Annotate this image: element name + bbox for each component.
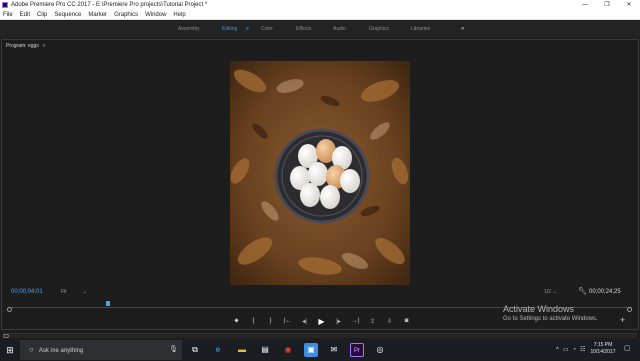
clock-date: 10/14/2017 [590,349,616,355]
cortana-circle-icon: ○ [29,345,34,354]
mark-in-button[interactable]: { [245,318,262,324]
step-forward-button[interactable]: |▸ [330,318,347,325]
task-view-icon[interactable]: ⧉ [188,343,202,357]
current-timecode[interactable]: 00;00;04;01 [11,289,43,295]
workspace-bar: Assembly Editing ≡ Color Effects Audio G… [0,20,640,38]
activate-windows-subtitle: Go to Settings to activate Windows. [503,316,598,322]
wrench-icon[interactable]: 🔧︎ [578,287,587,295]
workspace-tab-color[interactable]: Color [261,20,273,38]
workspace-tab-assembly[interactable]: Assembly [178,20,200,38]
menu-window[interactable]: Window [145,10,166,19]
play-button[interactable]: ▶ [313,317,330,326]
eggs-in-basket-image [230,61,410,285]
maximize-button[interactable]: ❐ [596,0,618,10]
activate-windows-title: Activate Windows [503,304,575,314]
program-monitor-tab[interactable]: Program: eggs ≡ [6,43,46,49]
transport-controls: ⬥ { } |← ◂| ▶ |▸ →| ⇪ ⇩ ◙ [228,315,415,327]
video-frame [230,61,410,285]
minimize-button[interactable]: — [574,0,596,10]
windows-start-icon[interactable]: ⊞ [0,340,20,360]
premiere-icon[interactable]: Pr [350,343,364,357]
store-icon[interactable]: ▤ [258,343,272,357]
menu-file[interactable]: File [3,10,13,19]
volume-icon[interactable]: ◔ [573,340,577,360]
title-bar: Adobe Premiere Pro CC 2017 - E:\Premiere… [0,0,640,10]
window-title: Adobe Premiere Pro CC 2017 - E:\Premiere… [11,2,208,8]
button-editor-add-button[interactable]: + [620,315,625,325]
search-placeholder: Ask me anything [38,348,84,354]
clock-time: 7:15 PM [593,342,613,348]
microphone-icon[interactable]: 🎙︎ [169,340,178,360]
menu-sequence[interactable]: Sequence [54,10,81,19]
panel-menu-icon[interactable]: ≡ [43,43,46,49]
step-back-button[interactable]: ◂| [296,318,313,325]
extract-button[interactable]: ⇩ [381,318,398,325]
more-workspaces-icon[interactable]: » [461,20,464,38]
file-explorer-icon[interactable]: ▬ [235,343,249,357]
premiere-app-icon [2,2,8,8]
menu-graphics[interactable]: Graphics [114,10,138,19]
edge-icon[interactable]: e [211,343,225,357]
zoom-start-handle[interactable] [7,307,12,312]
activate-windows-watermark: Activate Windows Go to Settings to activ… [503,304,598,322]
go-to-out-button[interactable]: →| [347,318,364,324]
photos-icon[interactable]: ▣ [304,343,318,357]
playhead-handle[interactable] [105,301,110,306]
go-to-in-button[interactable]: |← [279,318,296,324]
zoom-value: Fit [61,289,67,295]
zoom-end-handle[interactable] [627,307,632,312]
program-monitor-tab-label: Program: eggs [6,43,39,49]
menu-clip[interactable]: Clip [37,10,47,19]
workspace-tab-graphics[interactable]: Graphics [369,20,389,38]
network-icon[interactable]: ☷ [580,340,585,360]
chevron-down-icon: ⌄ [82,289,87,295]
system-tray: ^ ▭ ◔ ☷ [556,340,590,360]
taskbar-clock[interactable]: 7:15 PM 10/14/2017 [588,342,618,356]
workspace-tab-audio[interactable]: Audio [333,20,346,38]
close-button[interactable]: ✕ [618,0,640,10]
workspace-tab-libraries[interactable]: Libraries [411,20,430,38]
mail-icon[interactable]: ✉ [327,343,341,357]
resolution-value: 1/2 [544,289,551,295]
chevron-down-icon: ⌄ [552,289,557,295]
menu-edit[interactable]: Edit [20,10,30,19]
chrome-icon[interactable]: ◉ [281,343,295,357]
workspace-menu-icon[interactable]: ≡ [246,20,249,38]
media-icon[interactable]: ◎ [373,343,387,357]
cortana-search-box[interactable]: ○ Ask me anything 🎙︎ [20,340,182,360]
menu-help[interactable]: Help [173,10,185,19]
resolution-select[interactable]: 1/2 ⌄ [544,289,557,295]
workspace-tab-effects[interactable]: Effects [296,20,311,38]
panel-scrollbar[interactable] [3,333,637,338]
add-marker-button[interactable]: ⬥ [228,318,245,325]
workspace-tab-editing[interactable]: Editing [222,20,237,38]
scrollbar-knob[interactable] [3,334,9,338]
menu-marker[interactable]: Marker [88,10,107,19]
export-frame-button[interactable]: ◙ [398,318,415,324]
window-controls: — ❐ ✕ [574,0,640,10]
lift-button[interactable]: ⇪ [364,318,381,325]
mark-out-button[interactable]: } [262,318,279,324]
menu-bar: File Edit Clip Sequence Marker Graphics … [0,10,640,20]
duration-timecode: 00;00;24;25 [589,289,621,295]
action-center-icon[interactable]: ▢ [624,344,631,352]
battery-icon[interactable]: ▭ [563,340,569,360]
zoom-select[interactable]: Fit ⌄ [61,289,87,295]
show-hidden-icons-icon[interactable]: ^ [556,340,559,360]
